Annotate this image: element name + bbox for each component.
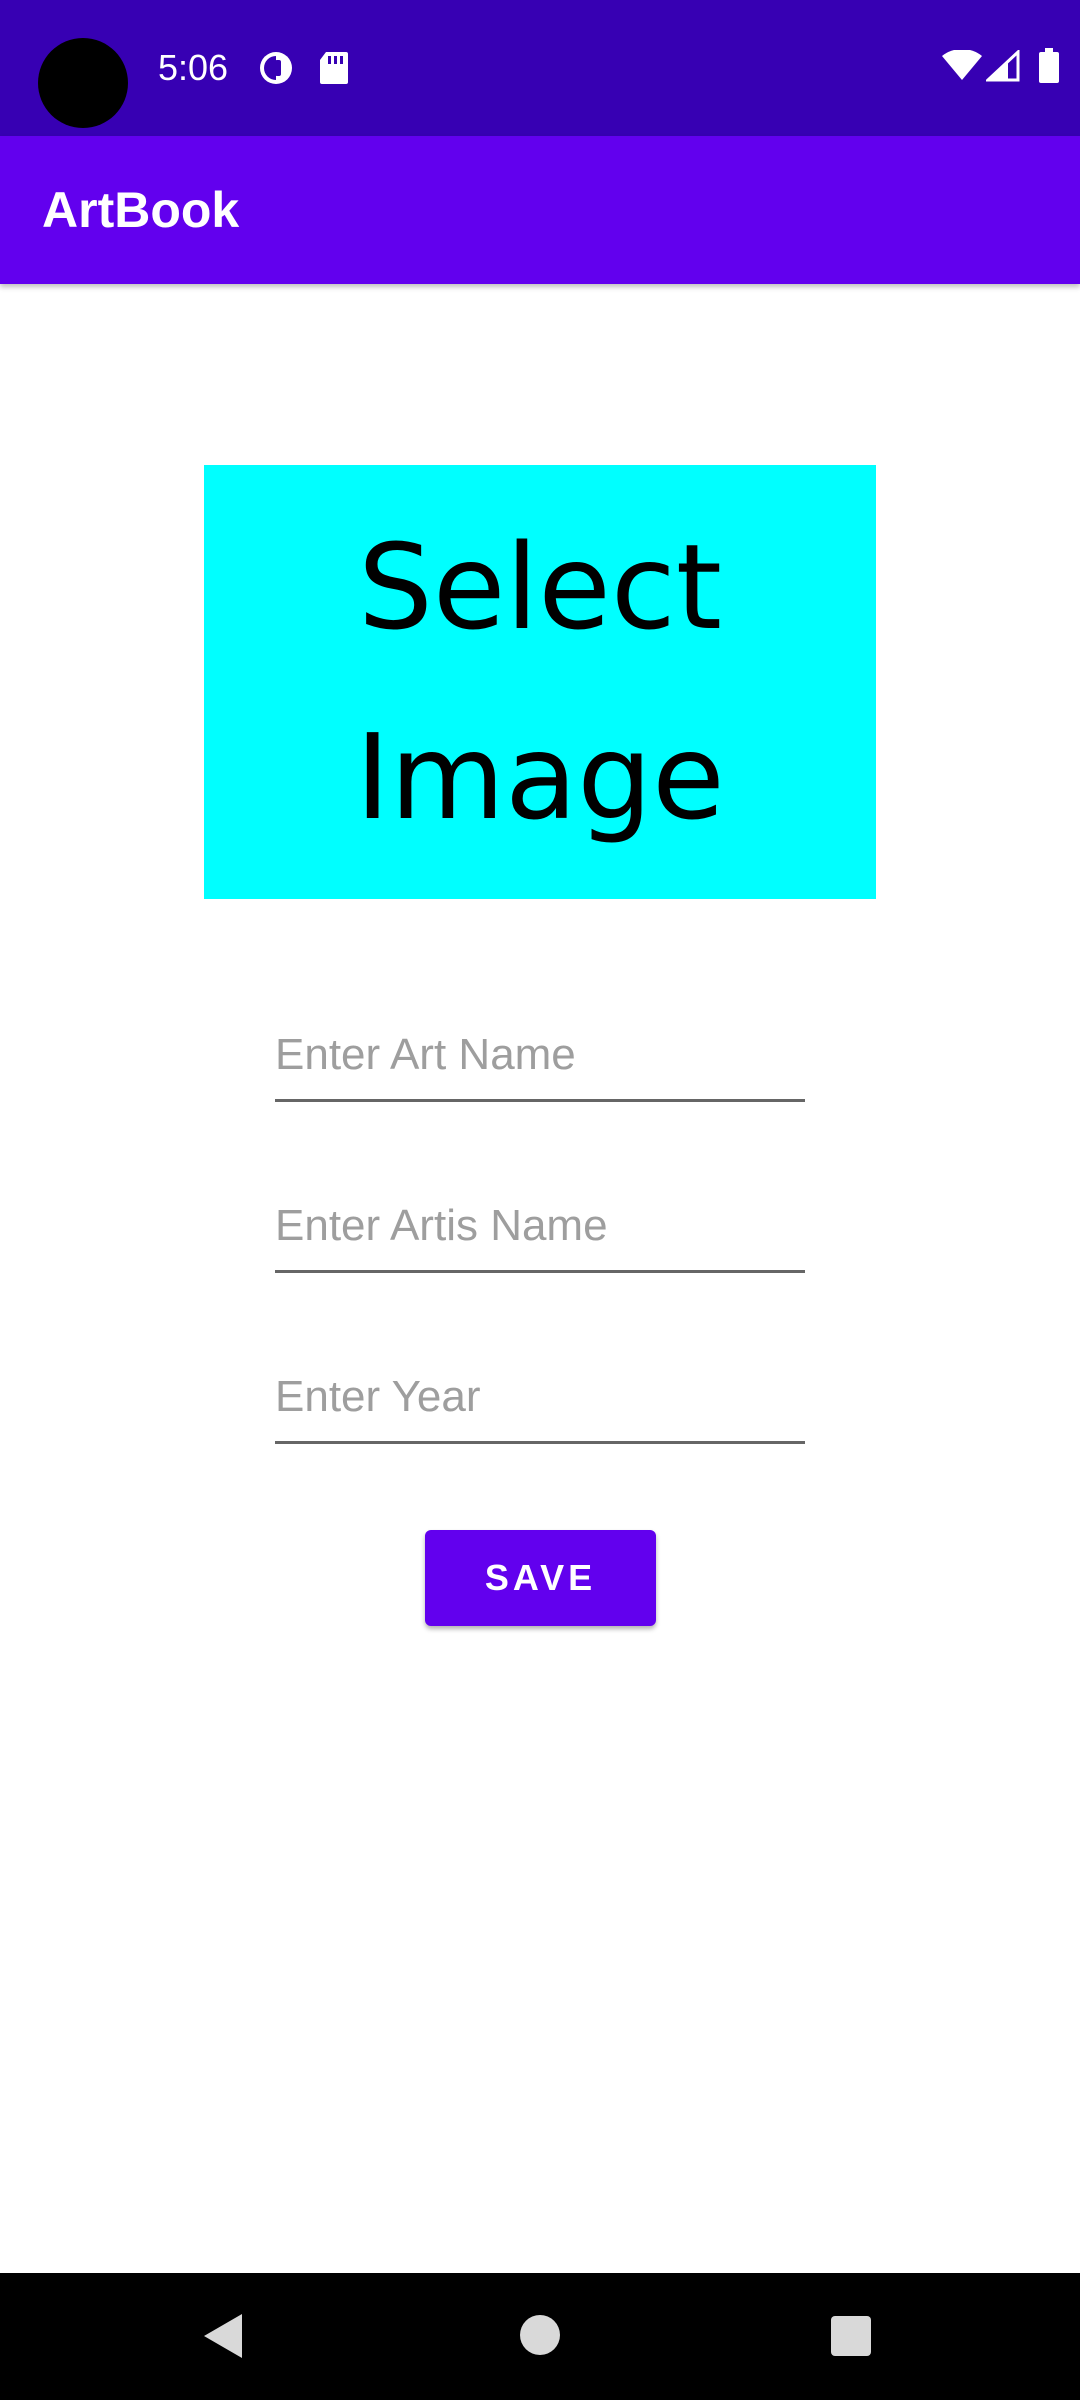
signal-icon [986,50,1020,82]
camera-cutout [38,38,128,128]
artist-name-field-container [275,1193,805,1273]
recents-icon[interactable] [831,2316,871,2356]
year-field-container [275,1364,805,1444]
select-image-label-line1: Select [357,518,723,656]
screen: 5:06 ArtBook Select Image Enter Art Name… [0,0,1080,2400]
wifi-icon [942,50,982,80]
back-icon[interactable] [200,2311,246,2361]
app-title: ArtBook [42,182,240,238]
year-input[interactable] [275,1364,805,1444]
home-icon[interactable] [520,2315,560,2355]
sd-card-icon [320,52,348,84]
select-image-label-line2: Image [355,708,725,846]
art-name-input[interactable] [275,1022,805,1102]
status-time: 5:06 [158,47,229,88]
artist-name-input[interactable] [275,1193,805,1273]
app-bar: ArtBook [0,136,1080,284]
status-bar: 5:06 [0,0,1080,136]
navigation-bar [0,2273,1080,2400]
sync-icon [260,52,292,84]
save-button[interactable]: SAVE [425,1530,656,1626]
select-image-button[interactable]: Select Image [204,465,876,899]
art-name-field-container [275,1022,805,1102]
battery-icon [1039,48,1059,83]
